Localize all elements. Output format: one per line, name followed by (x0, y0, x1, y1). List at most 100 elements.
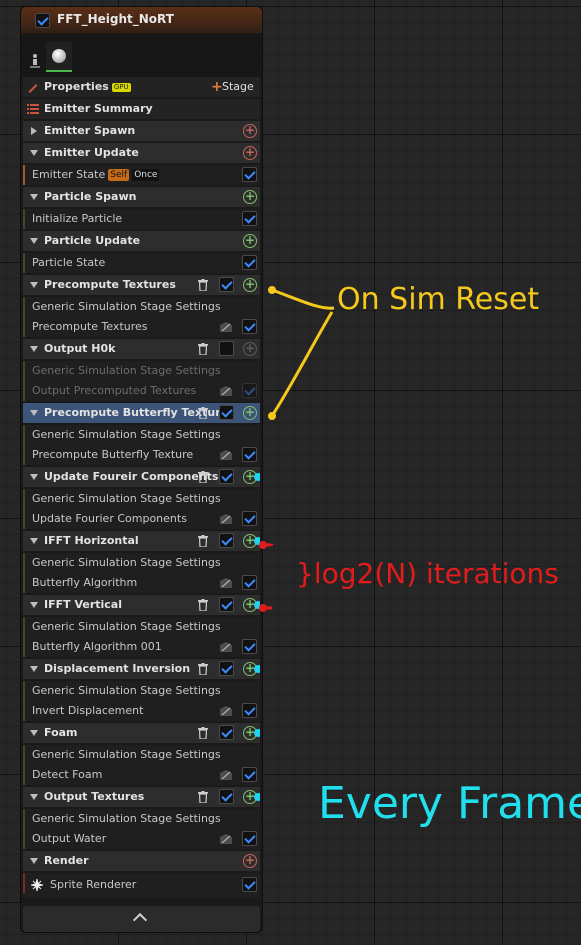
output-precomputed-row[interactable]: Output Precomputed Textures (23, 381, 260, 401)
gss1-row[interactable]: Generic Simulation Stage Settings (23, 297, 260, 317)
add-module-button[interactable]: + (243, 854, 257, 868)
stage-settings-icon[interactable] (219, 321, 233, 333)
output-water-row[interactable]: Output Water (23, 829, 260, 849)
add-module-button[interactable]: + (243, 278, 257, 292)
trash-icon[interactable] (198, 535, 208, 547)
ifft-vertical-row[interactable]: IFFT Vertical + (23, 595, 260, 615)
emitter-enable-checkbox[interactable] (35, 13, 50, 28)
collapse-arrow-icon[interactable] (30, 194, 38, 200)
enable-checkbox[interactable] (242, 511, 257, 526)
enable-checkbox[interactable] (242, 167, 257, 182)
gss9-row[interactable]: Generic Simulation Stage Settings (23, 809, 260, 829)
add-module-button[interactable]: + (243, 406, 257, 420)
enable-checkbox[interactable] (219, 341, 234, 356)
gss4-row[interactable]: Generic Simulation Stage Settings (23, 489, 260, 509)
trash-icon[interactable] (198, 599, 208, 611)
emitter-update-row[interactable]: Emitter Update + (23, 143, 260, 163)
stage-settings-icon[interactable] (219, 769, 233, 781)
trash-icon[interactable] (198, 663, 208, 675)
particle-spawn-row[interactable]: Particle Spawn + (23, 187, 260, 207)
particle-state-row[interactable]: Particle State (23, 253, 260, 273)
trash-icon[interactable] (198, 279, 208, 291)
collapse-arrow-icon[interactable] (30, 730, 38, 736)
butterfly-algorithm-001-row[interactable]: Butterfly Algorithm 001 (23, 637, 260, 657)
gss8-row[interactable]: Generic Simulation Stage Settings (23, 745, 260, 765)
precompute-textures-row[interactable]: Precompute Textures + (23, 275, 260, 295)
stage-settings-icon[interactable] (219, 513, 233, 525)
stage-settings-icon[interactable] (219, 833, 233, 845)
collapse-arrow-icon[interactable] (30, 238, 38, 244)
properties-row[interactable]: Properties GPU + Stage (23, 77, 260, 97)
enable-checkbox[interactable] (242, 211, 257, 226)
butterfly-algorithm-row[interactable]: Butterfly Algorithm (23, 573, 260, 593)
stage-settings-icon[interactable] (219, 577, 233, 589)
expand-arrow-icon[interactable] (31, 127, 37, 135)
collapse-arrow-icon[interactable] (30, 410, 38, 416)
collapse-arrow-icon[interactable] (30, 602, 38, 608)
render-row[interactable]: Render + (23, 851, 260, 871)
gss6-row[interactable]: Generic Simulation Stage Settings (23, 617, 260, 637)
collapse-arrow-icon[interactable] (30, 150, 38, 156)
enable-checkbox[interactable] (219, 533, 234, 548)
add-module-button[interactable]: + (243, 342, 257, 356)
update-foureir-row[interactable]: Update Foureir Components + (23, 467, 260, 487)
enable-checkbox[interactable] (242, 575, 257, 590)
trash-icon[interactable] (198, 343, 208, 355)
collapse-button[interactable] (23, 906, 260, 932)
enable-checkbox[interactable] (242, 831, 257, 846)
ifft-horizontal-row[interactable]: IFFT Horizontal + (23, 531, 260, 551)
sphere-preview-icon[interactable] (46, 42, 72, 72)
collapse-arrow-icon[interactable] (30, 538, 38, 544)
trash-icon[interactable] (198, 471, 208, 483)
output-h0k-row[interactable]: Output H0k + (23, 339, 260, 359)
enable-checkbox[interactable] (219, 277, 234, 292)
enable-checkbox[interactable] (242, 703, 257, 718)
trash-icon[interactable] (198, 407, 208, 419)
stage-settings-icon[interactable] (219, 641, 233, 653)
enable-checkbox[interactable] (242, 447, 257, 462)
output-textures-row[interactable]: Output Textures + (23, 787, 260, 807)
update-fourier-item-row[interactable]: Update Fourier Components (23, 509, 260, 529)
enable-checkbox[interactable] (242, 383, 257, 398)
add-module-button[interactable]: + (243, 146, 257, 160)
add-stage-button[interactable]: Stage (222, 77, 254, 97)
add-module-button[interactable]: + (243, 190, 257, 204)
add-module-button[interactable]: + (243, 124, 257, 138)
stage-settings-icon[interactable] (219, 449, 233, 461)
enable-checkbox[interactable] (242, 767, 257, 782)
trash-icon[interactable] (198, 791, 208, 803)
enable-checkbox[interactable] (219, 405, 234, 420)
enable-checkbox[interactable] (242, 639, 257, 654)
emitter-summary-row[interactable]: Emitter Summary (23, 99, 260, 119)
enable-checkbox[interactable] (219, 469, 234, 484)
sprite-renderer-row[interactable]: Sprite Renderer (23, 873, 260, 897)
enable-checkbox[interactable] (242, 255, 257, 270)
enable-checkbox[interactable] (219, 597, 234, 612)
collapse-arrow-icon[interactable] (30, 282, 38, 288)
gss2-row[interactable]: Generic Simulation Stage Settings (23, 361, 260, 381)
enable-checkbox[interactable] (242, 319, 257, 334)
initialize-particle-row[interactable]: Initialize Particle (23, 209, 260, 229)
detect-foam-row[interactable]: Detect Foam (23, 765, 260, 785)
particle-update-row[interactable]: Particle Update + (23, 231, 260, 251)
precompute-textures-item-row[interactable]: Precompute Textures (23, 317, 260, 337)
trash-icon[interactable] (198, 727, 208, 739)
enable-checkbox[interactable] (242, 877, 257, 892)
enable-checkbox[interactable] (219, 661, 234, 676)
gss7-row[interactable]: Generic Simulation Stage Settings (23, 681, 260, 701)
invert-displacement-row[interactable]: Invert Displacement (23, 701, 260, 721)
displacement-inversion-row[interactable]: Displacement Inversion + (23, 659, 260, 679)
collapse-arrow-icon[interactable] (30, 794, 38, 800)
enable-checkbox[interactable] (219, 789, 234, 804)
stage-settings-icon[interactable] (219, 385, 233, 397)
collapse-arrow-icon[interactable] (30, 666, 38, 672)
gss5-row[interactable]: Generic Simulation Stage Settings (23, 553, 260, 573)
precompute-butterfly-row[interactable]: Precompute Butterfly Texture + (23, 403, 260, 423)
add-module-button[interactable]: + (243, 234, 257, 248)
emitter-spawn-row[interactable]: Emitter Spawn + (23, 121, 260, 141)
stage-settings-icon[interactable] (219, 705, 233, 717)
person-icon[interactable] (29, 53, 41, 69)
collapse-arrow-icon[interactable] (30, 858, 38, 864)
gss3-row[interactable]: Generic Simulation Stage Settings (23, 425, 260, 445)
emitter-state-row[interactable]: Emitter State Self Once (23, 165, 260, 185)
